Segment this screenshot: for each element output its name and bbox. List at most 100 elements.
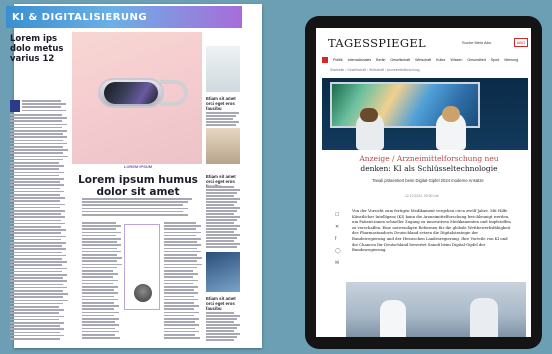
text-line <box>82 254 117 256</box>
text-line <box>10 318 60 321</box>
nav-item[interactable]: Internationales <box>348 58 372 62</box>
text-line <box>10 165 64 167</box>
text-line <box>82 318 119 320</box>
text-line <box>206 195 234 197</box>
text-line <box>10 210 65 212</box>
text-line <box>164 241 197 243</box>
whatsapp-icon[interactable]: ◯ <box>335 248 341 254</box>
text-line <box>10 149 68 151</box>
text-line <box>10 171 64 174</box>
nav-item[interactable]: Meinung <box>504 58 518 62</box>
text-line <box>10 203 65 206</box>
text-line <box>206 234 240 236</box>
drop-cap <box>10 100 20 112</box>
text-line <box>164 282 194 285</box>
breadcrumb[interactable]: Startseite › Gesellschaft › Wirtschaft ›… <box>330 68 420 72</box>
text-line <box>82 286 118 288</box>
mail-icon[interactable]: ✉ <box>335 260 339 266</box>
text-line <box>10 245 62 247</box>
text-line <box>10 274 67 276</box>
text-line <box>10 187 60 190</box>
text-line <box>82 327 115 330</box>
text-line <box>22 106 62 108</box>
text-line <box>164 334 195 336</box>
abo-button[interactable]: ABO <box>514 38 528 47</box>
text-line <box>10 280 68 282</box>
text-line <box>164 318 199 320</box>
text-line <box>206 118 233 120</box>
text-line <box>10 219 61 222</box>
text-line <box>164 257 202 259</box>
home-icon[interactable] <box>322 56 328 63</box>
text-line <box>82 257 122 259</box>
text-line <box>10 158 64 161</box>
nav-item[interactable]: Wissen <box>451 58 463 62</box>
text-line <box>82 276 114 278</box>
text-line <box>206 339 234 341</box>
nav-item[interactable]: Sport <box>491 58 500 62</box>
text-line <box>82 302 114 304</box>
nav-item[interactable]: Berlin <box>376 58 385 62</box>
nav-item[interactable]: Wirtschaft <box>415 58 431 62</box>
text-line <box>164 247 197 250</box>
text-line <box>10 325 60 327</box>
text-line <box>82 311 119 314</box>
text-line <box>164 302 194 304</box>
text-line <box>206 240 234 242</box>
text-line <box>164 270 193 272</box>
text-line <box>10 277 63 279</box>
text-line <box>164 321 195 323</box>
text-line <box>10 267 67 270</box>
lab-person-1 <box>380 300 406 337</box>
text-line <box>82 228 117 230</box>
text-line <box>10 117 67 119</box>
nav-item[interactable]: Politik <box>333 58 343 62</box>
text-line <box>82 260 118 262</box>
article-headline: Anzeige / Arzneimittelforschung neu denk… <box>330 154 528 173</box>
nav-item[interactable]: Kultur <box>436 58 445 62</box>
nav-item[interactable]: Gesellschaft <box>390 58 410 62</box>
text-line <box>10 232 62 234</box>
text-line <box>10 270 63 273</box>
text-line <box>82 308 115 310</box>
text-line <box>206 112 239 114</box>
text-line <box>10 197 65 199</box>
text-line <box>10 168 60 170</box>
text-line <box>10 312 60 314</box>
text-line <box>164 273 198 275</box>
text-line <box>206 243 240 245</box>
article-date: 12.10.2024, 09:00 Uhr <box>405 194 439 198</box>
nav-item[interactable]: Gesundheit <box>467 58 485 62</box>
text-line <box>164 298 199 301</box>
text-line <box>10 181 60 183</box>
text-line <box>10 126 63 129</box>
text-line <box>10 133 63 135</box>
text-line <box>206 312 234 314</box>
text-line <box>10 235 66 238</box>
text-line <box>82 207 188 210</box>
text-line <box>10 296 64 298</box>
text-line <box>10 146 63 148</box>
text-line <box>206 225 240 227</box>
text-line <box>82 273 118 275</box>
text-line <box>10 251 62 254</box>
text-line <box>206 219 237 221</box>
site-logo[interactable]: TAGESSPIEGEL <box>328 36 426 50</box>
side-image-2 <box>206 128 240 164</box>
text-line <box>206 121 239 123</box>
text-line <box>22 103 66 105</box>
facebook-icon[interactable]: f <box>335 236 336 242</box>
text-line <box>10 190 65 193</box>
text-line <box>10 130 67 132</box>
text-line <box>10 139 63 142</box>
headline-main: denken: KI als Schlüsseltechnologie <box>360 163 498 173</box>
header-links[interactable]: Suche Mein Abo <box>462 40 491 45</box>
text-line <box>82 282 114 285</box>
text-line <box>164 327 195 330</box>
bookmark-icon[interactable]: ☐ <box>335 212 339 218</box>
text-line <box>10 338 60 340</box>
text-line <box>206 192 237 194</box>
text-line <box>10 238 62 241</box>
x-icon[interactable]: ✕ <box>335 224 339 230</box>
text-line <box>82 244 122 246</box>
